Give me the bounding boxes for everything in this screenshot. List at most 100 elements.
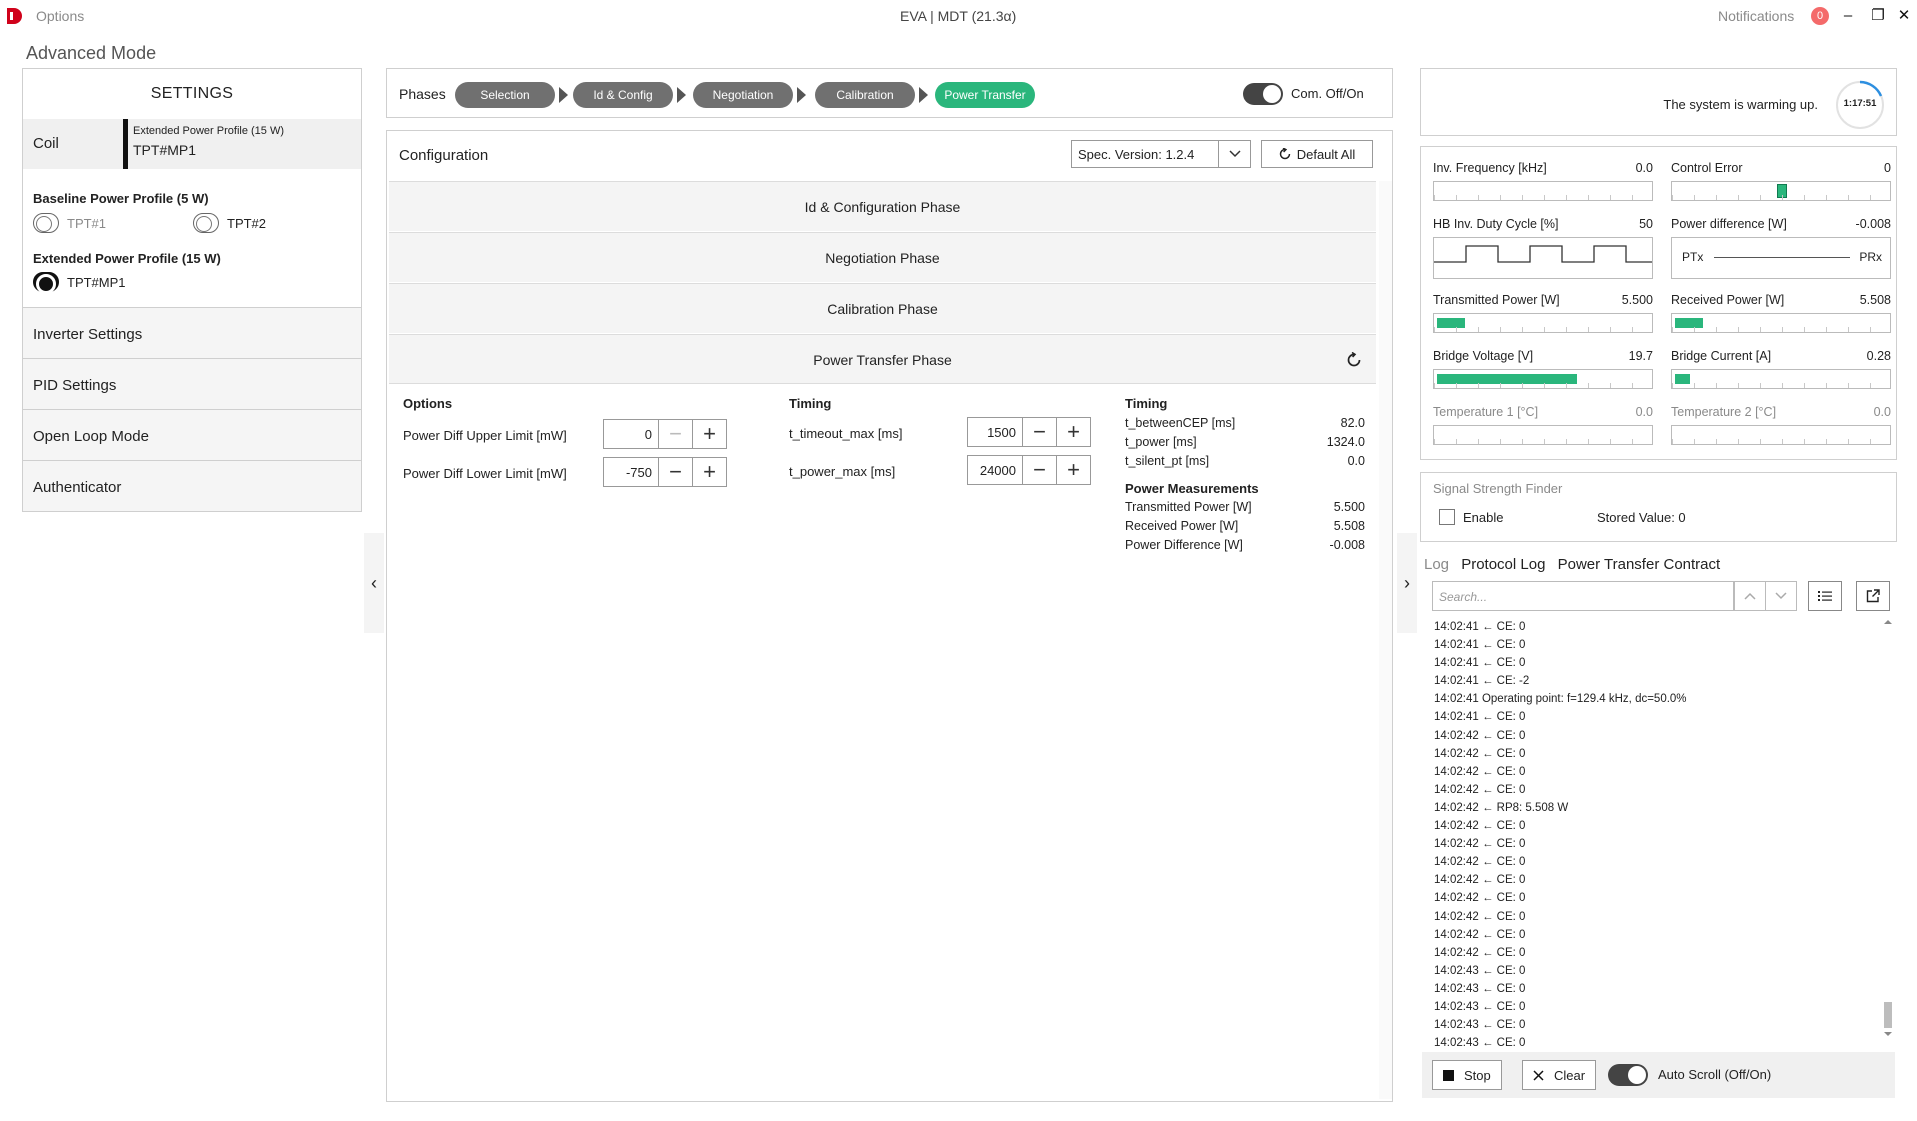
search-prev-button[interactable] bbox=[1734, 581, 1766, 611]
log-line: 14:02:42 ← CE: 0 bbox=[1434, 928, 1526, 941]
power-diff-upper-input[interactable]: 0 bbox=[603, 419, 659, 449]
radio-tpt1[interactable] bbox=[33, 213, 59, 233]
readout-row: t_betweenCEP [ms] 82.0 bbox=[1125, 416, 1365, 435]
log-line: 14:02:42 ← CE: 0 bbox=[1434, 765, 1526, 778]
meter-label: Power difference [W] bbox=[1671, 217, 1787, 231]
negotiation-phase-header[interactable]: Negotiation Phase bbox=[389, 232, 1376, 282]
notifications-count-badge[interactable]: 0 bbox=[1811, 7, 1829, 25]
spec-version-select[interactable]: Spec. Version: 1.2.4 bbox=[1071, 140, 1251, 168]
log-tabs: Log Protocol Log Power Transfer Contract bbox=[1424, 556, 1728, 573]
notifications-button[interactable]: Notifications bbox=[1718, 8, 1794, 24]
close-button[interactable]: ✕ bbox=[1890, 4, 1917, 28]
log-filter-button[interactable] bbox=[1808, 581, 1842, 611]
t-timeout-max-decrement-button[interactable]: − bbox=[1023, 417, 1057, 447]
power-transfer-phase-title: Power Transfer Phase bbox=[813, 352, 952, 368]
phase-step-calibration[interactable]: Calibration bbox=[815, 82, 915, 108]
nav-open-loop-mode[interactable]: Open Loop Mode bbox=[23, 409, 361, 460]
nav-inverter-settings[interactable]: Inverter Settings bbox=[23, 307, 361, 358]
meter-value: 0.0 bbox=[1635, 405, 1653, 419]
tab-protocol-log[interactable]: Protocol Log bbox=[1461, 556, 1545, 573]
stop-button[interactable]: Stop bbox=[1432, 1060, 1502, 1090]
radio-tptmp1[interactable] bbox=[33, 272, 59, 294]
meter-gauge bbox=[1671, 313, 1891, 333]
stop-icon bbox=[1443, 1069, 1454, 1081]
com-toggle[interactable] bbox=[1243, 83, 1283, 105]
phases-label: Phases bbox=[399, 86, 446, 102]
window-title: EVA | MDT (21.3α) bbox=[900, 8, 1017, 24]
meter-gauge bbox=[1433, 313, 1653, 333]
t-power-max-input[interactable]: 24000 bbox=[967, 455, 1023, 485]
tab-log[interactable]: Log bbox=[1424, 556, 1449, 573]
phase-step-power-transfer[interactable]: Power Transfer bbox=[935, 82, 1035, 108]
readout-row: Transmitted Power [W] 5.500 bbox=[1125, 500, 1365, 519]
power-diff-upper-increment-button[interactable]: + bbox=[693, 419, 727, 449]
power-diff-lower-label: Power Diff Lower Limit [mW] bbox=[403, 466, 567, 481]
t-timeout-max-input[interactable]: 1500 bbox=[967, 417, 1023, 447]
auto-scroll-label: Auto Scroll (Off/On) bbox=[1658, 1067, 1772, 1082]
minimize-button[interactable]: – bbox=[1834, 4, 1862, 28]
config-scrollbar[interactable] bbox=[1379, 181, 1392, 1099]
power-transfer-phase-header[interactable]: Power Transfer Phase bbox=[389, 334, 1376, 384]
stop-label: Stop bbox=[1464, 1067, 1491, 1083]
chevron-left-icon: ‹ bbox=[371, 573, 377, 593]
phase-step-id-config[interactable]: Id & Config bbox=[573, 82, 673, 108]
options-header: Options bbox=[403, 396, 453, 411]
enable-checkbox[interactable] bbox=[1439, 509, 1455, 525]
meter-gauge bbox=[1433, 425, 1653, 445]
phase-arrow-icon bbox=[559, 87, 568, 103]
log-line: 14:02:41 Operating point: f=129.4 kHz, d… bbox=[1434, 693, 1687, 706]
chevron-up-icon bbox=[1744, 592, 1756, 600]
search-next-button[interactable] bbox=[1765, 581, 1797, 611]
timing-inputs-header: Timing bbox=[789, 396, 832, 411]
phase-step-selection[interactable]: Selection bbox=[455, 82, 555, 108]
power-difference-line bbox=[1714, 257, 1850, 258]
baseline-profile-label: Baseline Power Profile (5 W) bbox=[33, 191, 209, 206]
tab-power-transfer-contract[interactable]: Power Transfer Contract bbox=[1558, 556, 1721, 573]
meter-bridge-current: Bridge Current [A] 0.28 bbox=[1671, 349, 1891, 389]
t-power-max-decrement-button[interactable]: − bbox=[1023, 455, 1057, 485]
id-configuration-phase-header[interactable]: Id & Configuration Phase bbox=[389, 181, 1376, 231]
power-diff-lower-increment-button[interactable]: + bbox=[693, 457, 727, 487]
calibration-phase-header[interactable]: Calibration Phase bbox=[389, 283, 1376, 333]
meter-label: Inv. Frequency [kHz] bbox=[1433, 161, 1547, 175]
t-timeout-max-increment-button[interactable]: + bbox=[1057, 417, 1091, 447]
collapse-left-button[interactable]: ‹ bbox=[364, 533, 384, 633]
radio-tpt2[interactable] bbox=[193, 213, 219, 233]
com-toggle-label: Com. Off/On bbox=[1291, 86, 1364, 101]
coil-indicator-bar bbox=[123, 119, 128, 169]
power-diff-lower-decrement-button[interactable]: − bbox=[659, 457, 693, 487]
nav-pid-settings[interactable]: PID Settings bbox=[23, 358, 361, 409]
log-popout-button[interactable] bbox=[1856, 581, 1890, 611]
meter-value: 5.508 bbox=[1859, 293, 1891, 307]
log-line: 14:02:42 ← CE: 0 bbox=[1434, 856, 1526, 869]
meter-bridge-voltage: Bridge Voltage [V] 19.7 bbox=[1433, 349, 1653, 389]
reset-icon bbox=[1279, 148, 1291, 160]
nav-authenticator[interactable]: Authenticator bbox=[23, 460, 361, 511]
meter-label: Control Error bbox=[1671, 161, 1743, 175]
meter-gauge bbox=[1671, 369, 1891, 389]
app-title: Options bbox=[36, 8, 85, 24]
meter-label: Transmitted Power [W] bbox=[1433, 293, 1560, 307]
coil-selector[interactable]: Coil Extended Power Profile (15 W) TPT#M… bbox=[23, 119, 361, 169]
clear-button[interactable]: Clear bbox=[1522, 1060, 1597, 1090]
meter-temperature-2: Temperature 2 [°C] 0.0 bbox=[1671, 405, 1891, 445]
restore-button[interactable]: ❐ bbox=[1864, 4, 1892, 28]
log-scrollbar[interactable] bbox=[1882, 618, 1894, 1038]
meter-label: HB Inv. Duty Cycle [%] bbox=[1433, 217, 1559, 231]
t-power-max-increment-button[interactable]: + bbox=[1057, 455, 1091, 485]
log-line: 14:02:41 ← CE: -2 bbox=[1434, 675, 1530, 688]
power-diff-lower-input[interactable]: -750 bbox=[603, 457, 659, 487]
phase-step-negotiation[interactable]: Negotiation bbox=[693, 82, 793, 108]
extended-profile-label: Extended Power Profile (15 W) bbox=[33, 251, 221, 266]
auto-scroll-toggle[interactable] bbox=[1608, 1064, 1648, 1086]
log-search-input[interactable]: Search... bbox=[1432, 581, 1734, 611]
default-all-button[interactable]: Default All bbox=[1261, 140, 1373, 168]
stored-value-text: Stored Value: 0 bbox=[1597, 510, 1686, 525]
log-line: 14:02:43 ← CE: 0 bbox=[1434, 1019, 1526, 1032]
readout-label: Received Power [W] bbox=[1125, 519, 1239, 533]
log-line: 14:02:42 ← CE: 0 bbox=[1434, 892, 1526, 905]
collapse-right-button[interactable]: › bbox=[1397, 533, 1417, 633]
refresh-icon[interactable] bbox=[1346, 352, 1362, 368]
log-line: 14:02:41 ← CE: 0 bbox=[1434, 711, 1526, 724]
power-diff-upper-decrement-button[interactable]: − bbox=[659, 419, 693, 449]
